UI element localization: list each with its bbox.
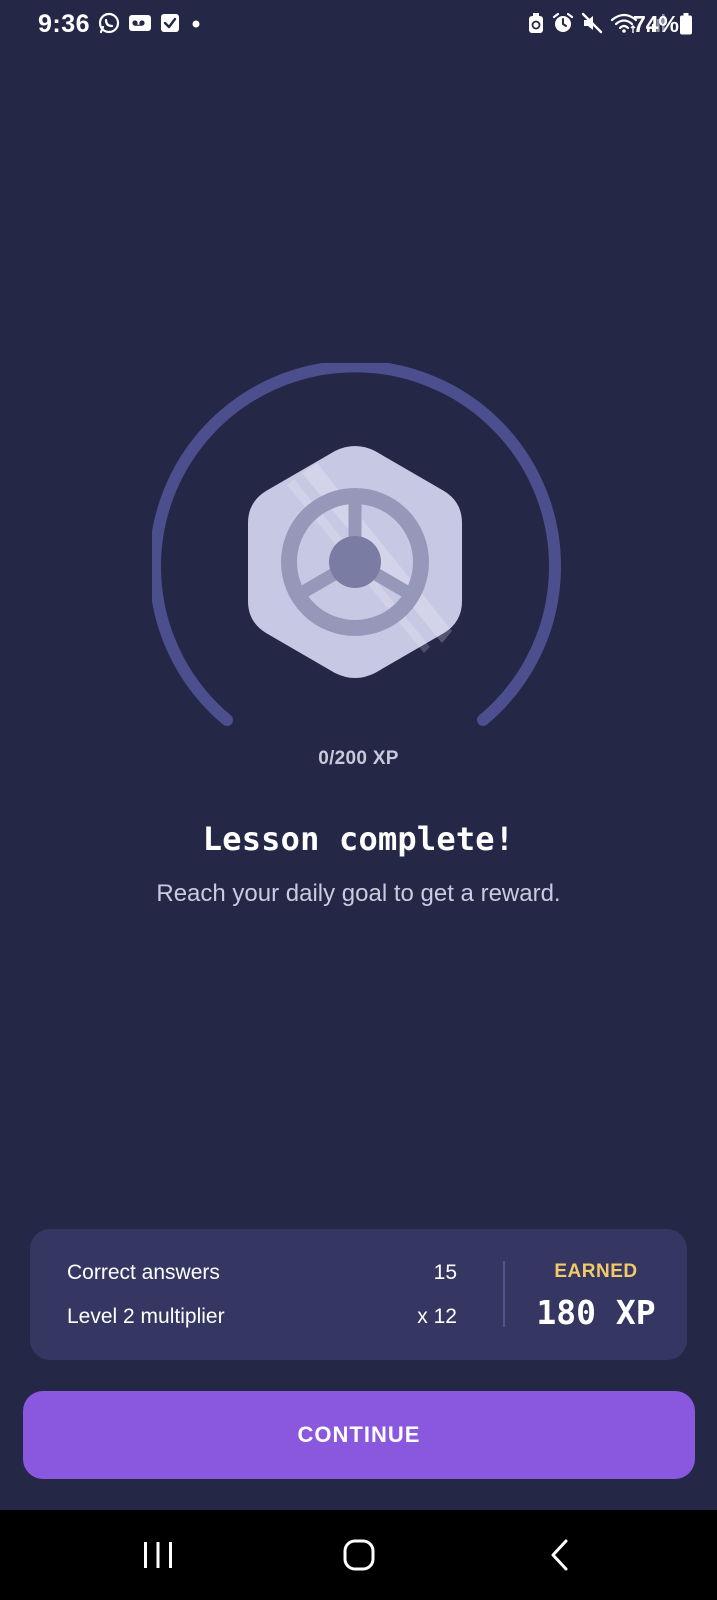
page-title: Lesson complete! [202,820,515,858]
recents-button[interactable] [108,1510,208,1600]
summary-row-label: Level 2 multiplier [67,1305,225,1328]
summary-row-value: 15 [433,1261,457,1284]
home-button[interactable] [309,1510,409,1600]
back-button[interactable] [510,1510,610,1600]
whatsapp-icon [98,12,120,34]
alarm-icon [552,12,574,32]
back-icon [551,1539,568,1571]
earned-xp-value: 180 XP [536,1293,656,1332]
continue-button[interactable]: CONTINUE [23,1391,695,1479]
summary-row-value: x 12 [417,1305,457,1328]
battery-saver-icon [529,13,543,33]
earned-label: EARNED [554,1261,638,1282]
status-bar: 9:36 74% [0,0,717,52]
battery-icon [680,13,692,35]
page-subtitle: Reach your daily goal to get a reward. [156,880,561,907]
recents-icon [144,1542,172,1568]
badge-graphic [149,360,561,726]
mute-icon [581,12,603,34]
task-check-icon [161,14,179,32]
xp-summary-card: Correct answers 15 Level 2 multiplier x … [30,1229,687,1360]
lesson-complete-screen: 9:36 74% 0/200 XP Lesson complete! Reach… [0,0,717,1600]
home-icon [343,1539,375,1571]
daily-goal-progress-ring [149,360,566,733]
dot-icon [192,20,200,28]
xp-progress-label: 0/200 XP [318,748,399,769]
status-left-icons [98,12,204,34]
battery-percentage: 74% [632,11,679,37]
steering-wheel-badge [248,446,462,678]
status-time: 9:36 [38,10,91,38]
navigation-bar [0,1510,717,1600]
voicemail-icon [129,15,151,31]
summary-row-label: Correct answers [67,1261,220,1284]
